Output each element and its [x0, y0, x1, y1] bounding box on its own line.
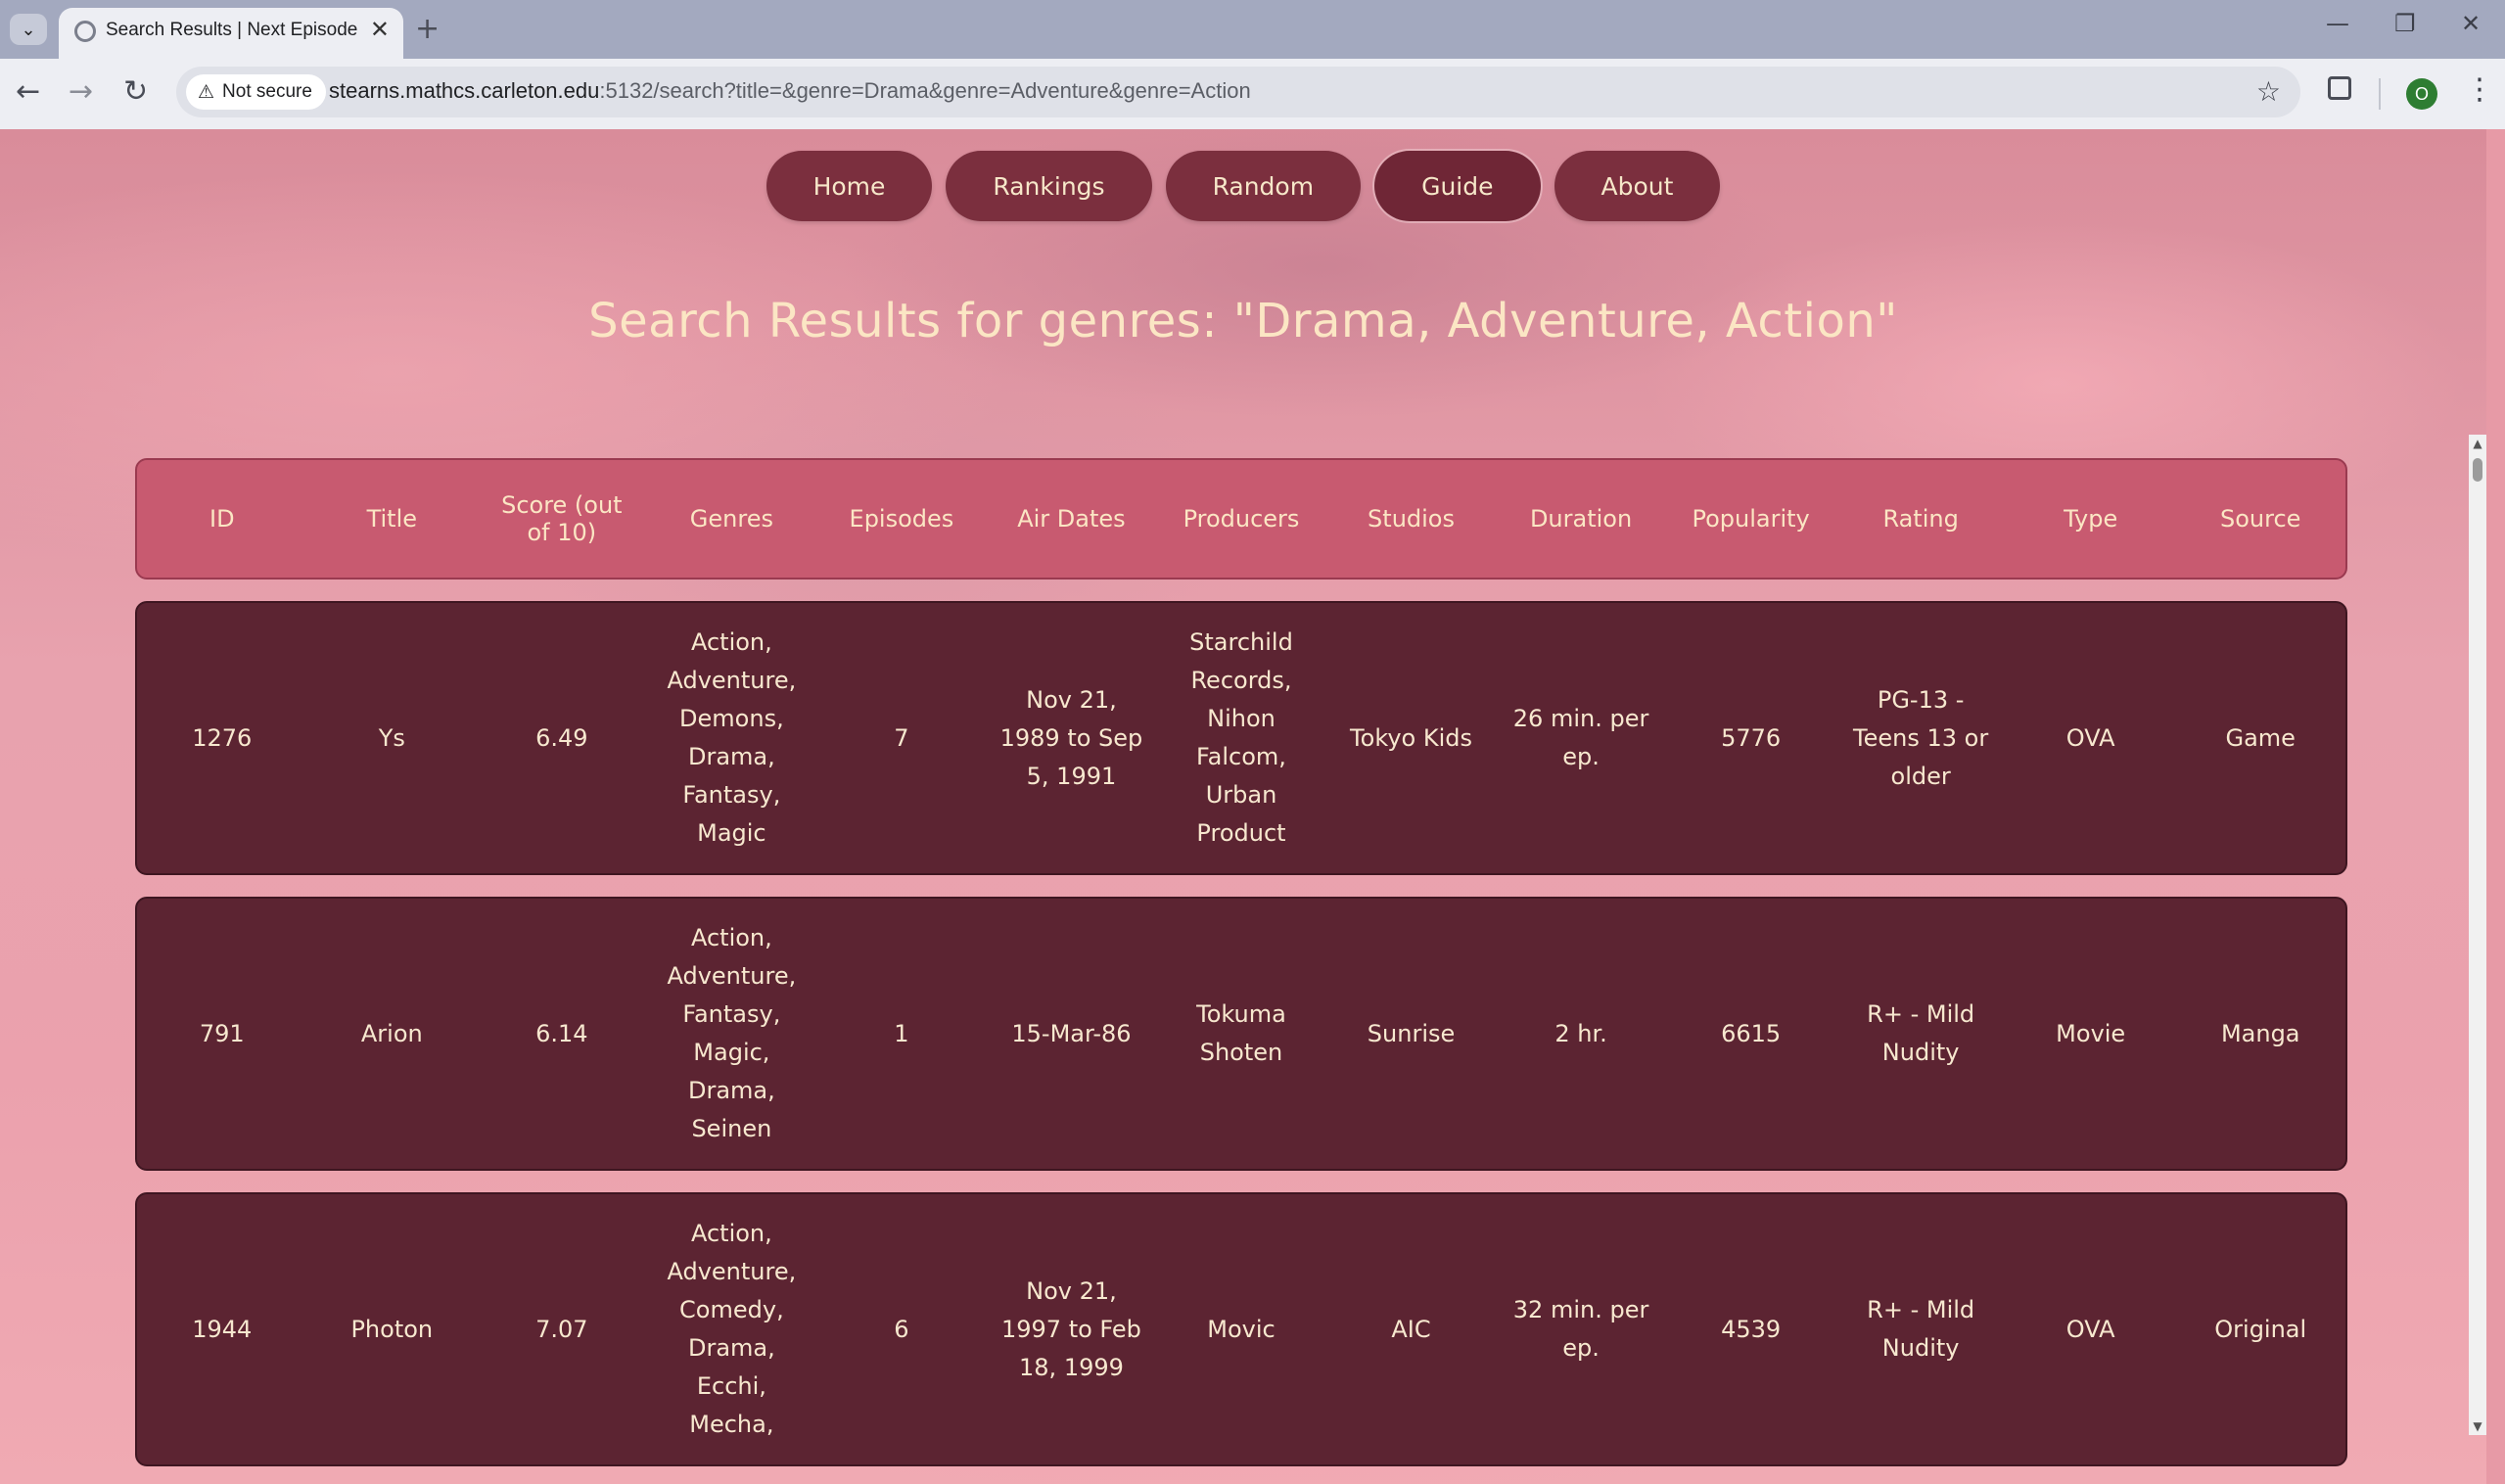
header-title: Title: [366, 505, 418, 533]
chevron-down-icon: ⌄: [21, 19, 36, 40]
toolbar-divider: [2379, 78, 2381, 110]
warning-triangle-icon: ⚠: [198, 81, 215, 103]
cell-rating: R+ - Mild Nudity: [1867, 1000, 1975, 1066]
header-genres: Genres: [689, 505, 773, 533]
close-icon[interactable]: ✕: [370, 16, 390, 43]
cell-id: 791: [199, 1019, 245, 1047]
table-row[interactable]: 1276 Ys 6.49 Action, Adventure, Demons, …: [135, 601, 2347, 875]
page-scrollbar[interactable]: ▲ ▼: [2469, 435, 2486, 1435]
cell-producers: Starchild Records, Nihon Falcom, Urban P…: [1189, 628, 1293, 847]
reload-icon[interactable]: ↻: [123, 74, 148, 109]
not-secure-label: Not secure: [222, 81, 312, 102]
window-close-icon[interactable]: ✕: [2461, 10, 2481, 37]
nav-rankings-button[interactable]: Rankings: [946, 151, 1152, 221]
table-header-row: ID Title Score (out of 10) Genres Episod…: [135, 458, 2347, 580]
header-score: Score (out of 10): [501, 491, 623, 546]
cell-genres: Action, Adventure, Comedy, Drama, Ecchi,…: [667, 1220, 797, 1438]
scrollbar-thumb[interactable]: [2473, 458, 2482, 482]
scroll-down-arrow-icon[interactable]: ▼: [2469, 1417, 2486, 1435]
cell-studios: AIC: [1391, 1315, 1431, 1343]
cell-popularity: 5776: [1721, 723, 1782, 752]
table-row[interactable]: 791 Arion 6.14 Action, Adventure, Fantas…: [135, 897, 2347, 1171]
cell-title: Ys: [378, 723, 405, 752]
header-duration: Duration: [1529, 505, 1633, 533]
cell-popularity: 6615: [1721, 1019, 1782, 1047]
cell-episodes: 7: [894, 723, 909, 752]
header-producers: Producers: [1183, 505, 1300, 533]
cell-type: Movie: [2056, 1019, 2126, 1047]
cell-genres: Action, Adventure, Fantasy, Magic, Drama…: [667, 924, 797, 1142]
header-rating: Rating: [1882, 505, 1959, 533]
cell-source: Manga: [2220, 1019, 2300, 1047]
cell-type: OVA: [2065, 1315, 2115, 1343]
browser-tab[interactable]: Search Results | Next Episode ✕: [59, 8, 403, 59]
nav-random-button[interactable]: Random: [1165, 151, 1362, 221]
table-row[interactable]: 1944 Photon 7.07 Action, Adventure, Come…: [135, 1192, 2347, 1466]
results-table: ID Title Score (out of 10) Genres Episod…: [135, 458, 2347, 1466]
address-bar[interactable]: ⚠ Not secure stearns.mathcs.carleton.edu…: [176, 67, 2300, 117]
header-popularity: Popularity: [1692, 505, 1810, 533]
nav-home-button[interactable]: Home: [765, 151, 933, 221]
header-air-dates: Air Dates: [1017, 505, 1126, 533]
browser-tab-bar: ⌄ Search Results | Next Episode ✕ + — ❐ …: [0, 0, 2505, 59]
nav-guide-button[interactable]: Guide: [1374, 151, 1541, 221]
cell-source: Original: [2214, 1315, 2307, 1343]
cell-source: Game: [2225, 723, 2296, 752]
forward-arrow-icon[interactable]: →: [69, 74, 93, 109]
cell-air-dates: Nov 21, 1989 to Sep 5, 1991: [999, 685, 1143, 790]
cell-producers: Tokuma Shoten: [1196, 1000, 1286, 1066]
page-content: Home Rankings Random Guide About Search …: [0, 129, 2486, 1484]
url-path: :5132/search?title=&genre=Drama&genre=Ad…: [599, 78, 1251, 103]
cell-popularity: 4539: [1721, 1315, 1782, 1343]
header-studios: Studios: [1368, 505, 1455, 533]
tab-search-button[interactable]: ⌄: [10, 14, 47, 45]
cell-title: Arion: [360, 1019, 423, 1047]
cell-type: OVA: [2065, 723, 2115, 752]
cell-producers: Movic: [1207, 1315, 1276, 1343]
cell-duration: 2 hr.: [1554, 1019, 1607, 1047]
extensions-puzzle-icon[interactable]: [2328, 76, 2351, 100]
bookmark-star-icon[interactable]: ☆: [2256, 75, 2281, 108]
header-episodes: Episodes: [849, 505, 954, 533]
cell-air-dates: Nov 21, 1997 to Feb 18, 1999: [1000, 1276, 1141, 1381]
cell-score: 6.14: [535, 1019, 588, 1047]
cell-air-dates: 15-Mar-86: [1011, 1019, 1132, 1047]
cell-episodes: 1: [894, 1019, 909, 1047]
security-chip[interactable]: ⚠ Not secure: [186, 74, 326, 110]
site-nav: Home Rankings Random Guide About: [0, 151, 2486, 221]
restore-icon[interactable]: ❐: [2394, 10, 2416, 37]
header-source: Source: [2220, 505, 2301, 533]
url-host: stearns.mathcs.carleton.edu: [329, 78, 600, 103]
minimize-icon[interactable]: —: [2326, 10, 2349, 37]
page-title: Search Results for genres: "Drama, Adven…: [588, 294, 1898, 348]
profile-avatar[interactable]: O: [2406, 78, 2437, 110]
cell-studios: Tokyo Kids: [1350, 723, 1473, 752]
browser-toolbar: ← → ↻ ⚠ Not secure stearns.mathcs.carlet…: [0, 59, 2505, 129]
nav-about-button[interactable]: About: [1554, 151, 1721, 221]
cell-rating: PG-13 - Teens 13 or older: [1853, 685, 1989, 790]
cell-duration: 26 min. per ep.: [1512, 705, 1649, 770]
cell-studios: Sunrise: [1367, 1019, 1456, 1047]
globe-icon: [74, 21, 96, 42]
header-type: Type: [2064, 505, 2118, 533]
cell-id: 1944: [192, 1315, 253, 1343]
back-arrow-icon[interactable]: ←: [16, 74, 40, 109]
cell-title: Photon: [350, 1315, 434, 1343]
cell-duration: 32 min. per ep.: [1512, 1296, 1649, 1362]
kebab-menu-icon[interactable]: ⋮: [2465, 72, 2494, 107]
cell-genres: Action, Adventure, Demons, Drama, Fantas…: [667, 628, 797, 847]
new-tab-button[interactable]: +: [415, 12, 440, 46]
header-id: ID: [209, 505, 235, 533]
cell-episodes: 6: [894, 1315, 909, 1343]
url-text[interactable]: stearns.mathcs.carleton.edu:5132/search?…: [329, 78, 1251, 104]
cell-id: 1276: [192, 723, 253, 752]
scroll-up-arrow-icon[interactable]: ▲: [2469, 435, 2486, 452]
cell-score: 6.49: [535, 723, 588, 752]
cell-rating: R+ - Mild Nudity: [1867, 1296, 1975, 1362]
tab-title: Search Results | Next Episode: [106, 20, 358, 40]
cell-score: 7.07: [535, 1315, 588, 1343]
